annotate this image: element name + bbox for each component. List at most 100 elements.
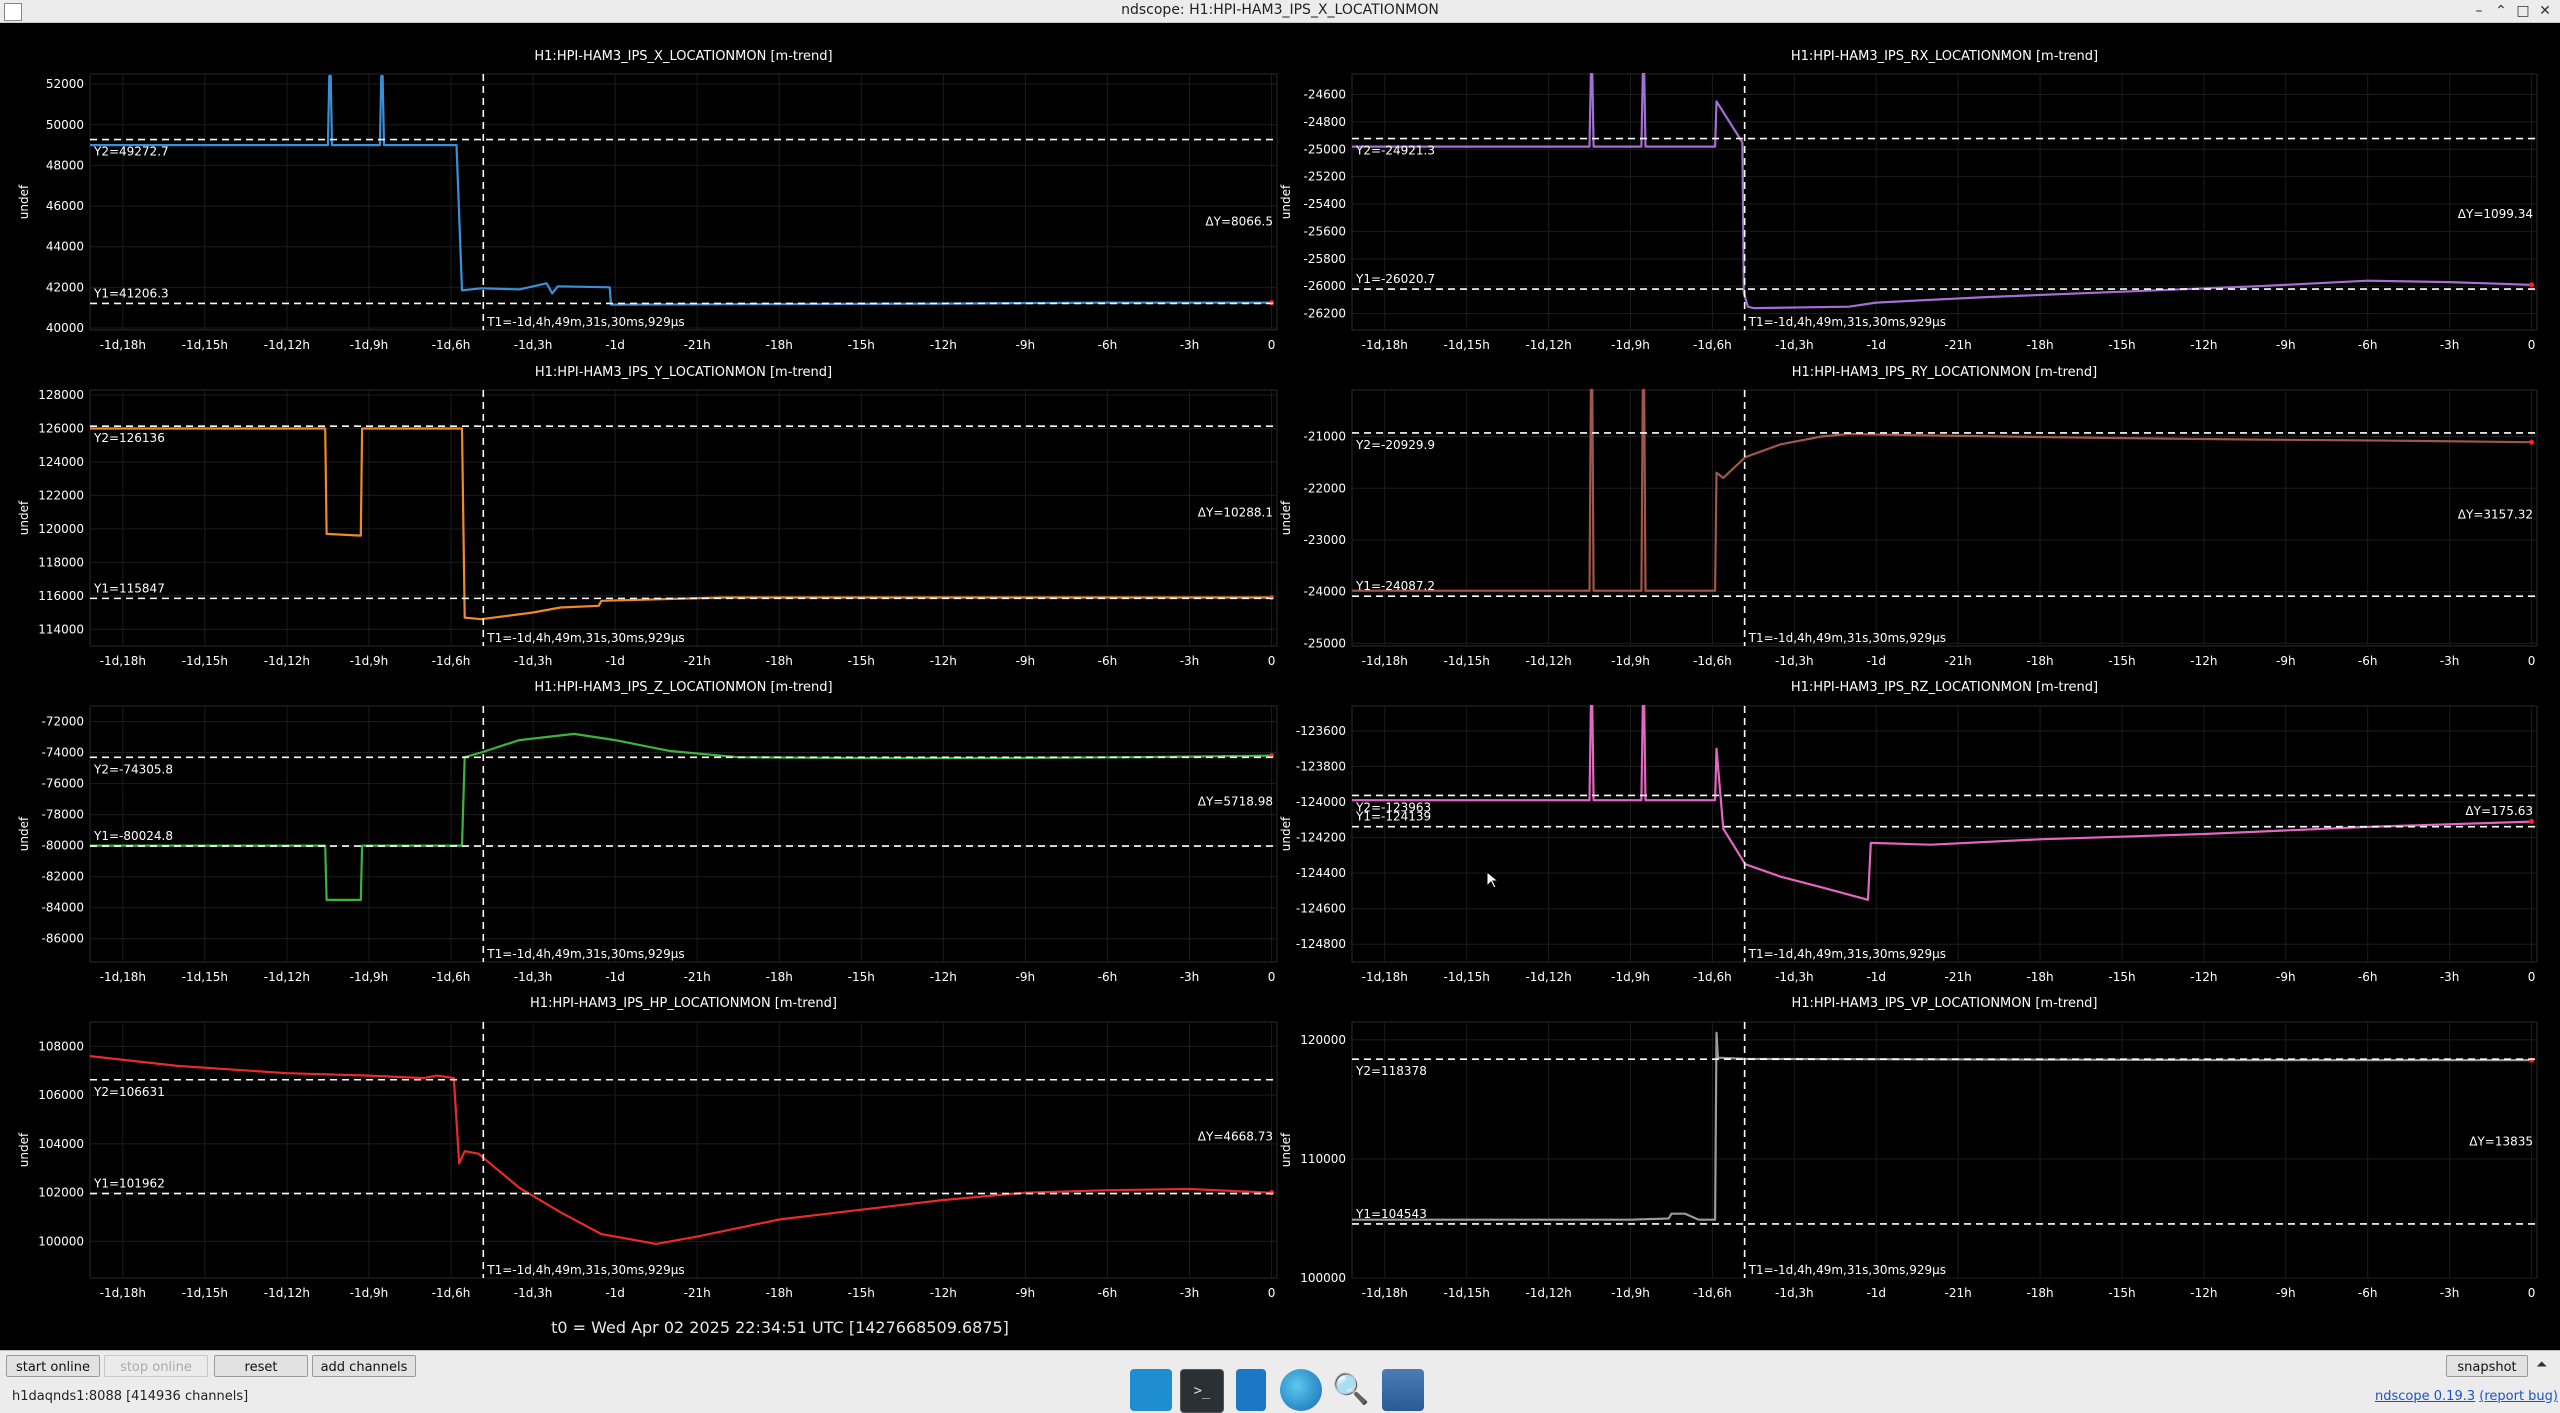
plot-area[interactable]: H1:HPI-HAM3_IPS_X_LOCATIONMON [m-trend] u… <box>0 22 2560 1322</box>
plot-title: H1:HPI-HAM3_IPS_RZ_LOCATIONMON [m-trend] <box>1791 680 2098 695</box>
x-tick-label: -6h <box>1098 1286 1118 1300</box>
add-channels-button[interactable]: add channels <box>312 1355 416 1377</box>
terminal-icon[interactable]: >_ <box>1180 1369 1224 1413</box>
plot-title: H1:HPI-HAM3_IPS_Y_LOCATIONMON [m-trend] <box>535 365 832 380</box>
t1-label: T1=-1d,4h,49m,31s,30ms,929µs <box>486 947 684 961</box>
x-tick-label: -1d <box>1866 338 1886 352</box>
x-tick-label: -1d <box>1866 970 1886 984</box>
y-tick-label: -124800 <box>1296 937 1346 951</box>
delta-y-label: ΔY=5718.98 <box>1198 795 1273 809</box>
plot-panel[interactable]: H1:HPI-HAM3_IPS_RY_LOCATIONMON [m-trend]… <box>1279 365 2538 668</box>
desktop-icon[interactable] <box>1130 1369 1172 1411</box>
x-tick-label: -1d,18h <box>1362 970 1408 984</box>
x-tick-label: -6h <box>2358 970 2378 984</box>
file-manager-icon[interactable] <box>1382 1369 1424 1411</box>
reset-button[interactable]: reset <box>214 1355 308 1377</box>
x-tick-label: -15h <box>2108 654 2135 668</box>
plot-panel[interactable]: H1:HPI-HAM3_IPS_HP_LOCATIONMON [m-trend]… <box>17 996 1278 1300</box>
x-tick-label: -21h <box>684 654 711 668</box>
y-tick-label: 100000 <box>1300 1271 1346 1285</box>
maximize-icon[interactable]: □ <box>2512 0 2534 22</box>
x-tick-label: -1d,9h <box>350 654 389 668</box>
taskbar: >_ 🔍 <box>1128 1369 1448 1413</box>
x-tick-label: -15h <box>848 654 875 668</box>
x-tick-label: -1d,15h <box>1444 970 1490 984</box>
chevron-up-icon[interactable]: ⏶ <box>2536 1357 2547 1373</box>
x-tick-label: 0 <box>1268 970 1276 984</box>
y-axis-label: undef <box>17 500 31 535</box>
plot-panel[interactable]: H1:HPI-HAM3_IPS_X_LOCATIONMON [m-trend] u… <box>17 49 1278 352</box>
series-endpoint <box>1269 300 1275 306</box>
text-editor-icon[interactable] <box>1236 1369 1266 1411</box>
y1-label: Y1=-24087.2 <box>1355 579 1435 593</box>
x-tick-label: -9h <box>1016 654 1036 668</box>
y-tick-label: -124200 <box>1296 831 1346 845</box>
y-tick-label: -72000 <box>41 715 84 729</box>
t1-label: T1=-1d,4h,49m,31s,30ms,929µs <box>486 631 684 645</box>
search-icon[interactable]: 🔍 <box>1330 1369 1372 1411</box>
x-tick-label: -3h <box>2440 970 2460 984</box>
x-tick-label: -21h <box>1945 654 1972 668</box>
x-tick-label: -1d,9h <box>1611 654 1650 668</box>
t1-label: T1=-1d,4h,49m,31s,30ms,929µs <box>1748 315 1946 329</box>
restore-icon[interactable]: ⌃ <box>2490 0 2512 22</box>
minimize-icon[interactable]: – <box>2468 0 2490 22</box>
y1-label: Y1=-26020.7 <box>1355 272 1435 286</box>
close-icon[interactable]: ✕ <box>2534 0 2556 22</box>
x-tick-label: -1d,6h <box>1693 1286 1732 1300</box>
plot-panel[interactable]: H1:HPI-HAM3_IPS_Y_LOCATIONMON [m-trend] u… <box>17 365 1278 668</box>
plot-frame <box>1351 389 2538 647</box>
x-tick-label: -1d,9h <box>350 970 389 984</box>
x-tick-label: -1d,3h <box>514 338 553 352</box>
x-tick-label: -1d,6h <box>432 1286 471 1300</box>
x-tick-label: -15h <box>848 970 875 984</box>
delta-y-label: ΔY=8066.5 <box>1205 215 1273 229</box>
y2-label: Y2=-74305.8 <box>93 762 173 776</box>
y2-label: Y2=106631 <box>93 1085 165 1099</box>
browser-icon[interactable] <box>1280 1369 1322 1411</box>
x-tick-label: -1d,3h <box>1775 654 1814 668</box>
plot-frame <box>1351 705 2538 963</box>
x-tick-label: -1d,3h <box>1775 1286 1814 1300</box>
x-tick-label: -1d,12h <box>264 654 310 668</box>
plot-panel[interactable]: H1:HPI-HAM3_IPS_RZ_LOCATIONMON [m-trend]… <box>1279 680 2538 984</box>
y-axis-label: undef <box>1279 500 1293 535</box>
x-tick-label: -15h <box>848 1286 875 1300</box>
report-bug-link[interactable]: (report bug) <box>2479 1389 2558 1404</box>
x-tick-label: -9h <box>2276 654 2296 668</box>
x-tick-label: -1d,3h <box>1775 338 1814 352</box>
x-tick-label: -1d,6h <box>1693 654 1732 668</box>
x-tick-label: -1d,3h <box>514 1286 553 1300</box>
delta-y-label: ΔY=1099.34 <box>2458 207 2533 221</box>
x-tick-label: -21h <box>684 970 711 984</box>
snapshot-button[interactable]: snapshot <box>2446 1355 2528 1377</box>
x-tick-label: -12h <box>930 338 957 352</box>
x-tick-label: -1d <box>1866 654 1886 668</box>
y2-label: Y2=49272.7 <box>93 145 169 159</box>
x-tick-label: 0 <box>1268 654 1276 668</box>
plot-panel[interactable]: H1:HPI-HAM3_IPS_RX_LOCATIONMON [m-trend]… <box>1279 49 2538 352</box>
delta-y-label: ΔY=175.63 <box>2465 804 2533 818</box>
x-tick-label: -9h <box>2276 970 2296 984</box>
stop-online-button[interactable]: stop online <box>104 1355 208 1377</box>
x-tick-label: -1d,12h <box>264 1286 310 1300</box>
series-endpoint <box>2529 439 2535 445</box>
x-tick-label: -1d,18h <box>100 654 146 668</box>
y-tick-label: 122000 <box>38 488 84 502</box>
y1-label: Y1=41206.3 <box>93 286 169 300</box>
x-tick-label: -18h <box>2026 654 2053 668</box>
y-tick-label: 46000 <box>46 199 84 213</box>
series-line <box>89 1055 1272 1246</box>
start-online-button[interactable]: start online <box>6 1355 100 1377</box>
version-link[interactable]: ndscope 0.19.3 <box>2375 1389 2475 1404</box>
y-tick-label: -80000 <box>41 839 84 853</box>
plot-panel[interactable]: H1:HPI-HAM3_IPS_Z_LOCATIONMON [m-trend] u… <box>17 680 1278 984</box>
y-tick-label: -25600 <box>1303 224 1346 238</box>
y-tick-label: -21000 <box>1303 430 1346 444</box>
plot-panel[interactable]: H1:HPI-HAM3_IPS_VP_LOCATIONMON [m-trend]… <box>1279 996 2538 1300</box>
x-tick-label: -1d,15h <box>182 338 228 352</box>
series-line <box>1352 704 2532 901</box>
series-endpoint <box>2529 282 2535 288</box>
y1-label: Y1=101962 <box>93 1177 165 1191</box>
x-tick-label: -1d <box>1866 1286 1886 1300</box>
